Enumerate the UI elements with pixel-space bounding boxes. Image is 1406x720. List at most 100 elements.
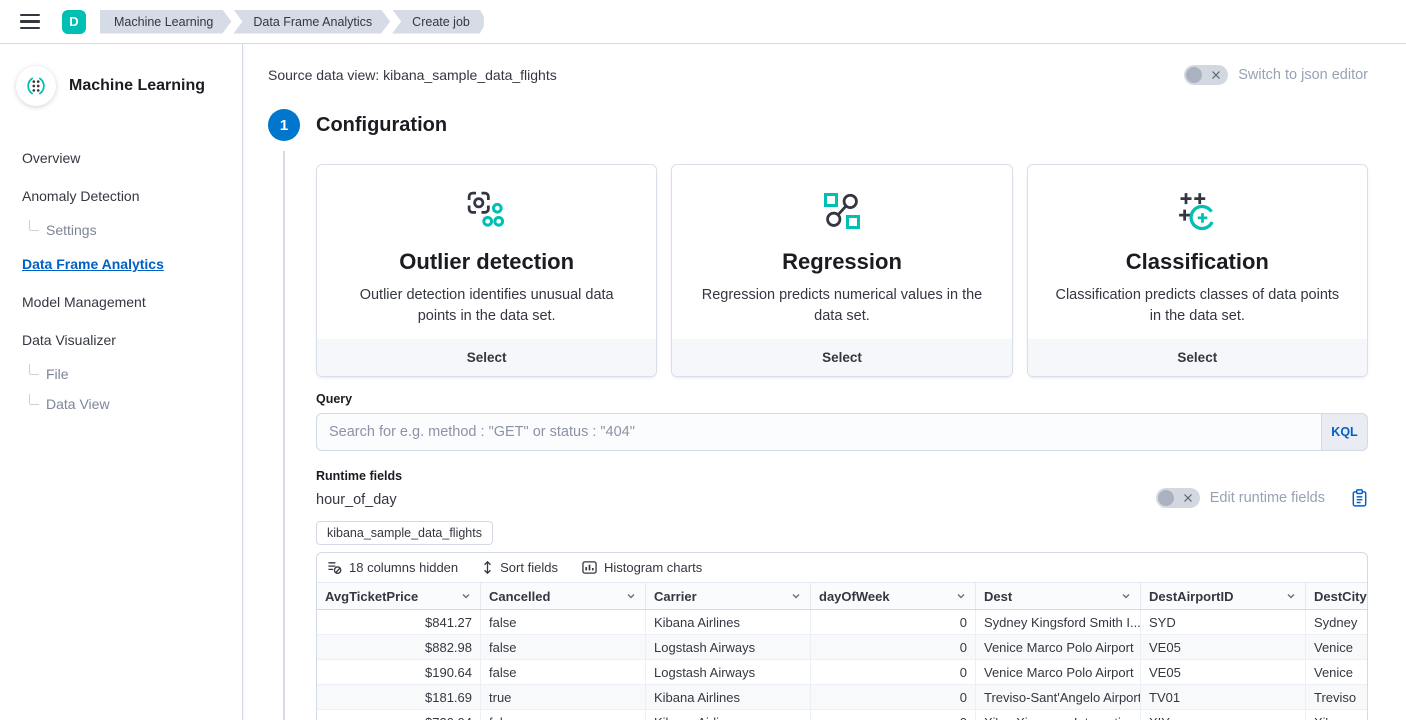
column-header-label: Carrier [654, 589, 697, 604]
grid-cell-carrier[interactable]: Logstash Airways [646, 635, 811, 659]
sidebar-item-model-management[interactable]: Model Management [22, 288, 242, 316]
runtime-fields-label: Runtime fields [316, 469, 402, 483]
edit-runtime-fields-toggle[interactable] [1156, 488, 1200, 508]
select-button[interactable]: Select [1028, 339, 1367, 376]
grid-cell-dayofweek[interactable]: 0 [811, 610, 976, 634]
sidebar-title: Machine Learning [69, 77, 205, 95]
grid-cell-avgticketprice[interactable]: $882.98 [317, 635, 481, 659]
grid-cell-dest[interactable]: Sydney Kingsford Smith I... [976, 610, 1141, 634]
grid-cell-cancelled[interactable]: false [481, 660, 646, 684]
sidebar-item-settings[interactable]: Settings [22, 220, 242, 240]
classification-card[interactable]: Classification Classification predicts c… [1027, 164, 1368, 377]
sidebar-item-label: Anomaly Detection [22, 187, 140, 205]
grid-cell-dest[interactable]: Venice Marco Polo Airport [976, 660, 1141, 684]
card-title: Regression [696, 249, 987, 275]
breadcrumb-data-frame-analytics[interactable]: Data Frame Analytics [233, 10, 390, 34]
column-header-label: Dest [984, 589, 1012, 604]
classification-icon [1052, 189, 1343, 235]
histogram-charts-button[interactable]: Histogram charts [582, 560, 702, 575]
breadcrumb-machine-learning[interactable]: Machine Learning [100, 10, 231, 34]
sidebar-item-label: File [46, 365, 69, 383]
grid-cell-cancelled[interactable]: false [481, 635, 646, 659]
grid-cell-avgticketprice[interactable]: $190.64 [317, 660, 481, 684]
grid-cell-avgticketprice[interactable]: $181.69 [317, 685, 481, 709]
grid-cell-carrier[interactable]: Kibana Airlines [646, 610, 811, 634]
column-header-destairportid[interactable]: DestAirportID [1141, 583, 1306, 609]
sort-fields-button[interactable]: Sort fields [482, 560, 558, 575]
grid-cell-destcityname[interactable]: Treviso [1306, 685, 1368, 709]
outlier-detection-icon [341, 189, 632, 235]
sidebar-item-data-frame-analytics[interactable]: Data Frame Analytics [22, 250, 242, 278]
grid-cell-dest[interactable]: Venice Marco Polo Airport [976, 635, 1141, 659]
breadcrumb-create-job[interactable]: Create job [392, 10, 484, 34]
avatar[interactable]: D [62, 10, 86, 34]
column-header-destcityname[interactable]: DestCityName [1306, 583, 1368, 609]
chevron-down-icon [790, 590, 802, 602]
sidebar-item-file[interactable]: File [22, 364, 242, 384]
sidebar-item-overview[interactable]: Overview [22, 144, 242, 172]
grid-cell-cancelled[interactable]: false [481, 710, 646, 720]
card-description: Regression predicts numerical values in … [696, 285, 987, 327]
switch-to-json-editor-label[interactable]: Switch to json editor [1238, 67, 1368, 83]
sidebar-header: Machine Learning [0, 66, 242, 106]
grid-cell-carrier[interactable]: Kibana Airlines [646, 710, 811, 720]
grid-cell-avgticketprice[interactable]: $841.27 [317, 610, 481, 634]
sidebar-item-data-visualizer[interactable]: Data Visualizer [22, 326, 242, 354]
copy-clipboard-icon[interactable] [1351, 489, 1368, 507]
sidebar-item-label: Data Visualizer [22, 331, 116, 349]
column-header-label: dayOfWeek [819, 589, 890, 604]
grid-cell-destairportid[interactable]: VE05 [1141, 635, 1306, 659]
sidebar-item-anomaly-detection[interactable]: Anomaly Detection [22, 182, 242, 210]
page-title: Configuration [316, 114, 447, 137]
grid-cell-destcityname[interactable]: Venice [1306, 660, 1368, 684]
sidebar-nav: Overview Anomaly Detection Settings Data Fr… [22, 144, 242, 414]
query-search-input[interactable] [316, 413, 1321, 451]
grid-cell-destairportid[interactable]: SYD [1141, 610, 1306, 634]
card-title: Outlier detection [341, 249, 632, 275]
grid-cell-destairportid[interactable]: VE05 [1141, 660, 1306, 684]
menu-icon[interactable] [20, 14, 40, 30]
sidebar: Machine Learning Overview Anomaly Detecti… [0, 44, 243, 720]
grid-cell-dayofweek[interactable]: 0 [811, 635, 976, 659]
json-editor-toggle[interactable] [1184, 65, 1228, 85]
grid-cell-destcityname[interactable]: Sydney [1306, 610, 1368, 634]
toggle-x-icon [1211, 70, 1221, 80]
grid-cell-dayofweek[interactable]: 0 [811, 660, 976, 684]
grid-cell-avgticketprice[interactable]: $730.04 [317, 710, 481, 720]
grid-cell-cancelled[interactable]: false [481, 610, 646, 634]
grid-cell-destairportid[interactable]: TV01 [1141, 685, 1306, 709]
outlier-detection-card[interactable]: Outlier detection Outlier detection iden… [316, 164, 657, 377]
grid-cell-carrier[interactable]: Kibana Airlines [646, 685, 811, 709]
chevron-down-icon [1120, 590, 1132, 602]
columns-hidden-button[interactable]: 18 columns hidden [327, 560, 458, 575]
select-button[interactable]: Select [317, 339, 656, 376]
grid-header-row: AvgTicketPrice Cancelled Carrier dayOfWeek D… [317, 582, 1367, 610]
grid-cell-destcityname[interactable]: Venice [1306, 635, 1368, 659]
regression-card[interactable]: Regression Regression predicts numerical… [671, 164, 1012, 377]
kql-button[interactable]: KQL [1321, 413, 1368, 451]
column-header-dest[interactable]: Dest [976, 583, 1141, 609]
edit-runtime-fields-label[interactable]: Edit runtime fields [1210, 490, 1325, 506]
column-header-dayofweek[interactable]: dayOfWeek [811, 583, 976, 609]
select-button[interactable]: Select [672, 339, 1011, 376]
grid-cell-dest[interactable]: Xi'an Xianyang Internatio... [976, 710, 1141, 720]
grid-cell-destcityname[interactable]: Xi'an [1306, 710, 1368, 720]
toggle-knob [1186, 67, 1202, 83]
grid-cell-cancelled[interactable]: true [481, 685, 646, 709]
column-header-label: Cancelled [489, 589, 550, 604]
grid-cell-dayofweek[interactable]: 0 [811, 710, 976, 720]
column-header-avgticketprice[interactable]: AvgTicketPrice [317, 583, 481, 609]
grid-cell-destairportid[interactable]: XIY [1141, 710, 1306, 720]
column-header-cancelled[interactable]: Cancelled [481, 583, 646, 609]
table-row: $181.69trueKibana Airlines0Treviso-Sant'… [317, 685, 1367, 710]
sidebar-item-data-view[interactable]: Data View [22, 394, 242, 414]
machine-learning-app-icon [16, 66, 56, 106]
tree-line [29, 394, 39, 405]
grid-toolbar: 18 columns hidden Sort fields [317, 553, 1367, 582]
grid-cell-dayofweek[interactable]: 0 [811, 685, 976, 709]
runtime-field-value: hour_of_day [316, 492, 402, 508]
grid-cell-carrier[interactable]: Logstash Airways [646, 660, 811, 684]
top-navigation-bar: D Machine LearningData Frame AnalyticsCr… [0, 0, 1406, 44]
column-header-carrier[interactable]: Carrier [646, 583, 811, 609]
grid-cell-dest[interactable]: Treviso-Sant'Angelo Airport [976, 685, 1141, 709]
